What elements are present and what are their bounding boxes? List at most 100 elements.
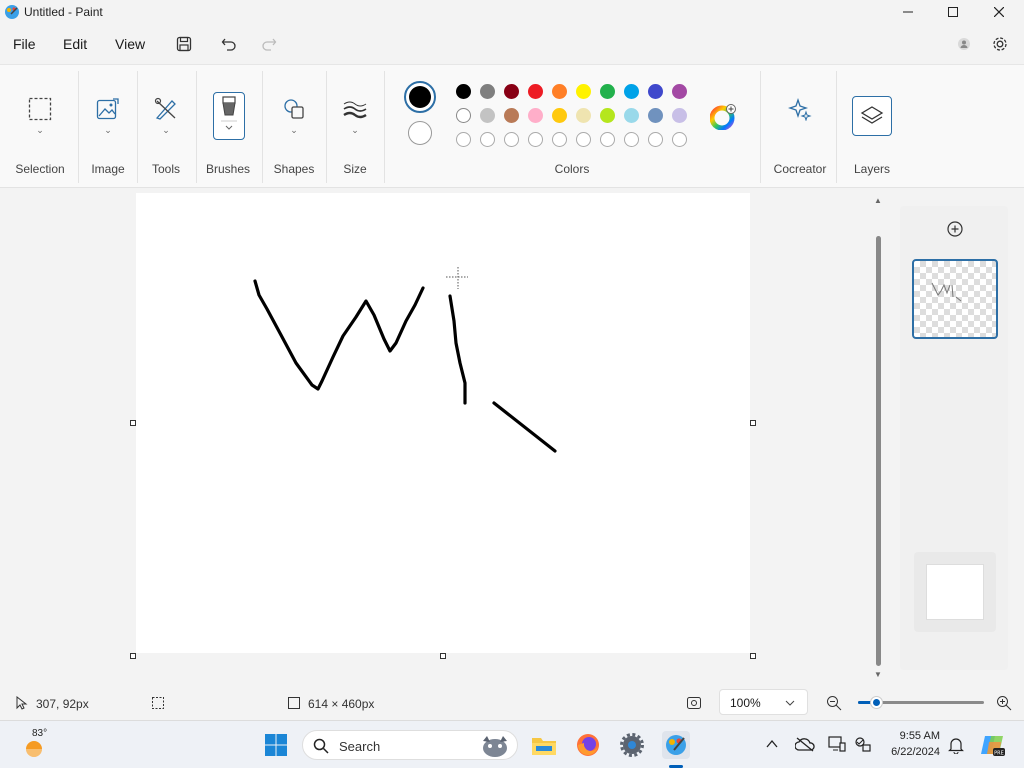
zoom-out-icon[interactable] [826, 695, 842, 711]
clock-time[interactable]: 9:55 AM [880, 730, 940, 742]
color-swatch[interactable] [672, 84, 687, 99]
network-icon[interactable] [853, 735, 871, 753]
layers-label: Layers [853, 162, 891, 176]
color-swatch[interactable] [624, 108, 639, 123]
color-swatch[interactable] [456, 84, 471, 99]
notification-bell-icon[interactable] [948, 736, 964, 754]
redo-icon[interactable] [259, 34, 279, 54]
color-swatch[interactable] [504, 132, 519, 147]
color-swatch[interactable] [576, 132, 591, 147]
size-label: Size [343, 162, 367, 176]
title-bar: Untitled - Paint [0, 0, 1024, 24]
save-icon[interactable] [174, 34, 194, 54]
minimize-button[interactable] [885, 0, 931, 24]
color-swatch[interactable] [576, 84, 591, 99]
undo-icon[interactable] [219, 34, 239, 54]
color-swatch[interactable] [456, 108, 471, 123]
color-swatch[interactable] [576, 108, 591, 123]
menu-view[interactable]: View [115, 36, 145, 52]
fit-to-window-icon[interactable] [686, 695, 702, 711]
image-group[interactable]: ⌄ Image [80, 65, 136, 189]
color-swatch[interactable] [480, 132, 495, 147]
divider [326, 71, 327, 183]
image-label: Image [91, 162, 125, 176]
zoom-select[interactable]: 100% [719, 689, 808, 715]
menu-edit[interactable]: Edit [63, 36, 87, 52]
secondary-color-selector[interactable] [408, 121, 432, 145]
color-swatch[interactable] [528, 84, 543, 99]
background-layer-thumbnail[interactable] [914, 552, 996, 632]
paint-taskbar-icon[interactable] [662, 731, 690, 759]
color-swatch[interactable] [504, 108, 519, 123]
zoom-slider-thumb[interactable] [871, 697, 882, 708]
crosshair-cursor-icon [446, 267, 468, 289]
color-swatch[interactable] [480, 108, 495, 123]
edit-colors-icon[interactable] [709, 104, 736, 131]
account-icon[interactable] [954, 34, 974, 54]
color-swatch[interactable] [552, 108, 567, 123]
resize-handle-right[interactable] [750, 420, 756, 426]
color-swatch[interactable] [600, 84, 615, 99]
onedrive-icon[interactable] [795, 736, 815, 752]
color-swatch[interactable] [480, 84, 495, 99]
color-swatch[interactable] [624, 84, 639, 99]
canvas-size: 614 × 460px [308, 697, 375, 711]
brushes-button[interactable] [213, 92, 245, 140]
file-explorer-icon[interactable] [530, 731, 558, 759]
color-swatch[interactable] [528, 132, 543, 147]
taskbar-search[interactable]: Search [302, 730, 518, 760]
drawing-canvas[interactable] [136, 193, 750, 653]
chevron-down-icon: ⌄ [162, 125, 170, 135]
selection-group[interactable]: ⌄ Selection [8, 65, 72, 189]
cocreator-label: Cocreator [773, 162, 827, 176]
resize-handle-left[interactable] [130, 420, 136, 426]
divider [262, 71, 263, 183]
clock-date[interactable]: 6/22/2024 [880, 746, 940, 758]
close-button[interactable] [976, 0, 1022, 24]
scroll-down-arrow[interactable]: ▼ [874, 670, 882, 679]
settings-app-icon[interactable] [618, 731, 646, 759]
search-placeholder: Search [339, 739, 381, 754]
color-swatch[interactable] [552, 84, 567, 99]
zoom-in-icon[interactable] [996, 695, 1012, 711]
menu-file[interactable]: File [13, 36, 36, 52]
resize-handle-bottom[interactable] [440, 653, 446, 659]
maximize-button[interactable] [930, 0, 976, 24]
firefox-icon[interactable] [574, 731, 602, 759]
shapes-group[interactable]: ⌄ Shapes [264, 65, 324, 189]
layers-button[interactable] [852, 96, 892, 136]
tools-label: Tools [151, 162, 180, 176]
size-group[interactable]: ⌄ Size [328, 65, 382, 189]
color-swatch[interactable] [552, 132, 567, 147]
cocreator-sparkle-icon [784, 93, 816, 125]
layer-thumbnail[interactable] [912, 259, 998, 339]
copilot-icon[interactable]: PRE [980, 732, 1006, 758]
vertical-scrollbar[interactable] [876, 236, 881, 666]
color-swatch[interactable] [648, 132, 663, 147]
selection-size-icon [152, 697, 164, 709]
resize-handle-bottom-left[interactable] [130, 653, 136, 659]
resize-handle-bottom-right[interactable] [750, 653, 756, 659]
color-swatch[interactable] [456, 132, 471, 147]
size-icon [339, 93, 371, 125]
brush-icon [221, 96, 237, 130]
color-swatch[interactable] [672, 108, 687, 123]
color-swatch[interactable] [648, 108, 663, 123]
add-layer-icon[interactable] [947, 221, 963, 237]
color-swatch[interactable] [504, 84, 519, 99]
selection-icon [24, 93, 56, 125]
color-swatch[interactable] [528, 108, 543, 123]
color-swatch[interactable] [648, 84, 663, 99]
color-swatch[interactable] [600, 132, 615, 147]
chevron-up-icon[interactable] [766, 739, 778, 749]
color-swatch[interactable] [624, 132, 639, 147]
cocreator-group[interactable]: Cocreator [766, 65, 834, 189]
color-swatch[interactable] [672, 132, 687, 147]
start-windows-icon[interactable] [262, 731, 290, 759]
settings-gear-icon[interactable] [990, 34, 1010, 54]
color-swatch[interactable] [600, 108, 615, 123]
scroll-up-arrow[interactable]: ▲ [874, 196, 882, 205]
primary-color-selector[interactable] [404, 81, 436, 113]
tools-group[interactable]: ⌄ Tools [138, 65, 194, 189]
display-icon[interactable] [828, 735, 846, 753]
